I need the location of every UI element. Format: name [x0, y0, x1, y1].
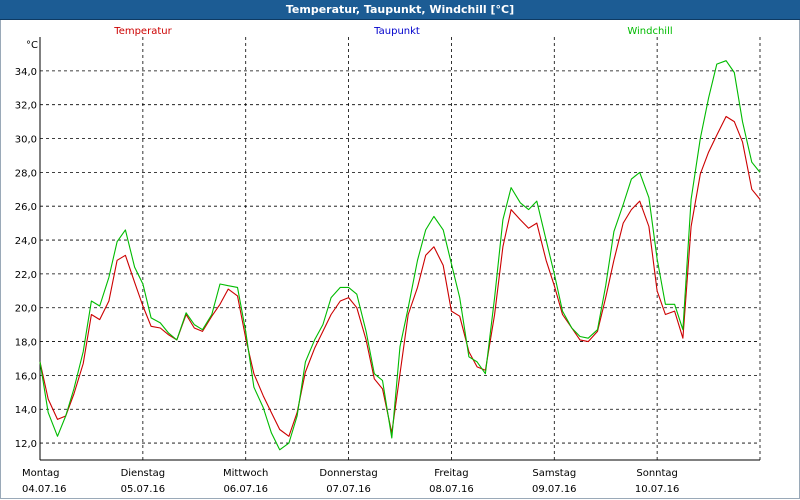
- x-tick-date-label: 08.07.16: [429, 484, 474, 495]
- x-tick-day-label: Freitag: [434, 468, 468, 479]
- x-tick-day-label: Donnerstag: [319, 468, 377, 479]
- series-line-temperatur: [39, 115, 761, 437]
- y-tick-label: 30,0: [15, 135, 37, 146]
- y-tick-label: 20,0: [15, 304, 37, 315]
- x-tick-day-label: Dienstag: [121, 468, 166, 479]
- chart-labels: 12,0 14,0 16,0 18,0 20,0 22,0 24,0 26,0 28,0 30,0…: [15, 26, 680, 495]
- series-line-windchill: [39, 60, 761, 451]
- y-tick-label: 14,0: [15, 405, 37, 416]
- x-tick-date-label: 05.07.16: [121, 484, 166, 495]
- x-tick-date-label: 09.07.16: [532, 484, 577, 495]
- y-tick-label: 22,0: [15, 270, 37, 281]
- x-tick-date-label: 04.07.16: [22, 484, 67, 495]
- y-axis-label: °C: [26, 40, 38, 51]
- x-tick-day-label: Mittwoch: [223, 468, 268, 479]
- y-tick-label: 12,0: [15, 439, 37, 450]
- legend-entry: Windchill: [627, 26, 672, 37]
- chart-series: [39, 60, 761, 451]
- x-tick-day-label: Montag: [22, 468, 59, 479]
- x-tick-date-label: 10.07.16: [635, 484, 680, 495]
- legend-entry: Temperatur: [113, 26, 172, 37]
- legend-entry: Taupunkt: [373, 26, 420, 37]
- x-tick-date-label: 07.07.16: [326, 484, 371, 495]
- y-tick-label: 28,0: [15, 168, 37, 179]
- y-tick-label: 34,0: [15, 67, 37, 78]
- y-tick-label: 24,0: [15, 236, 37, 247]
- y-tick-label: 32,0: [15, 101, 37, 112]
- y-tick-label: 18,0: [15, 338, 37, 349]
- x-tick-date-label: 06.07.16: [223, 484, 268, 495]
- x-tick-day-label: Samstag: [532, 468, 576, 479]
- y-tick-label: 26,0: [15, 202, 37, 213]
- x-tick-day-label: Sonntag: [636, 468, 678, 479]
- y-tick-label: 16,0: [15, 371, 37, 382]
- line-chart: 12,0 14,0 16,0 18,0 20,0 22,0 24,0 26,0 28,0 30,0…: [15, 26, 761, 495]
